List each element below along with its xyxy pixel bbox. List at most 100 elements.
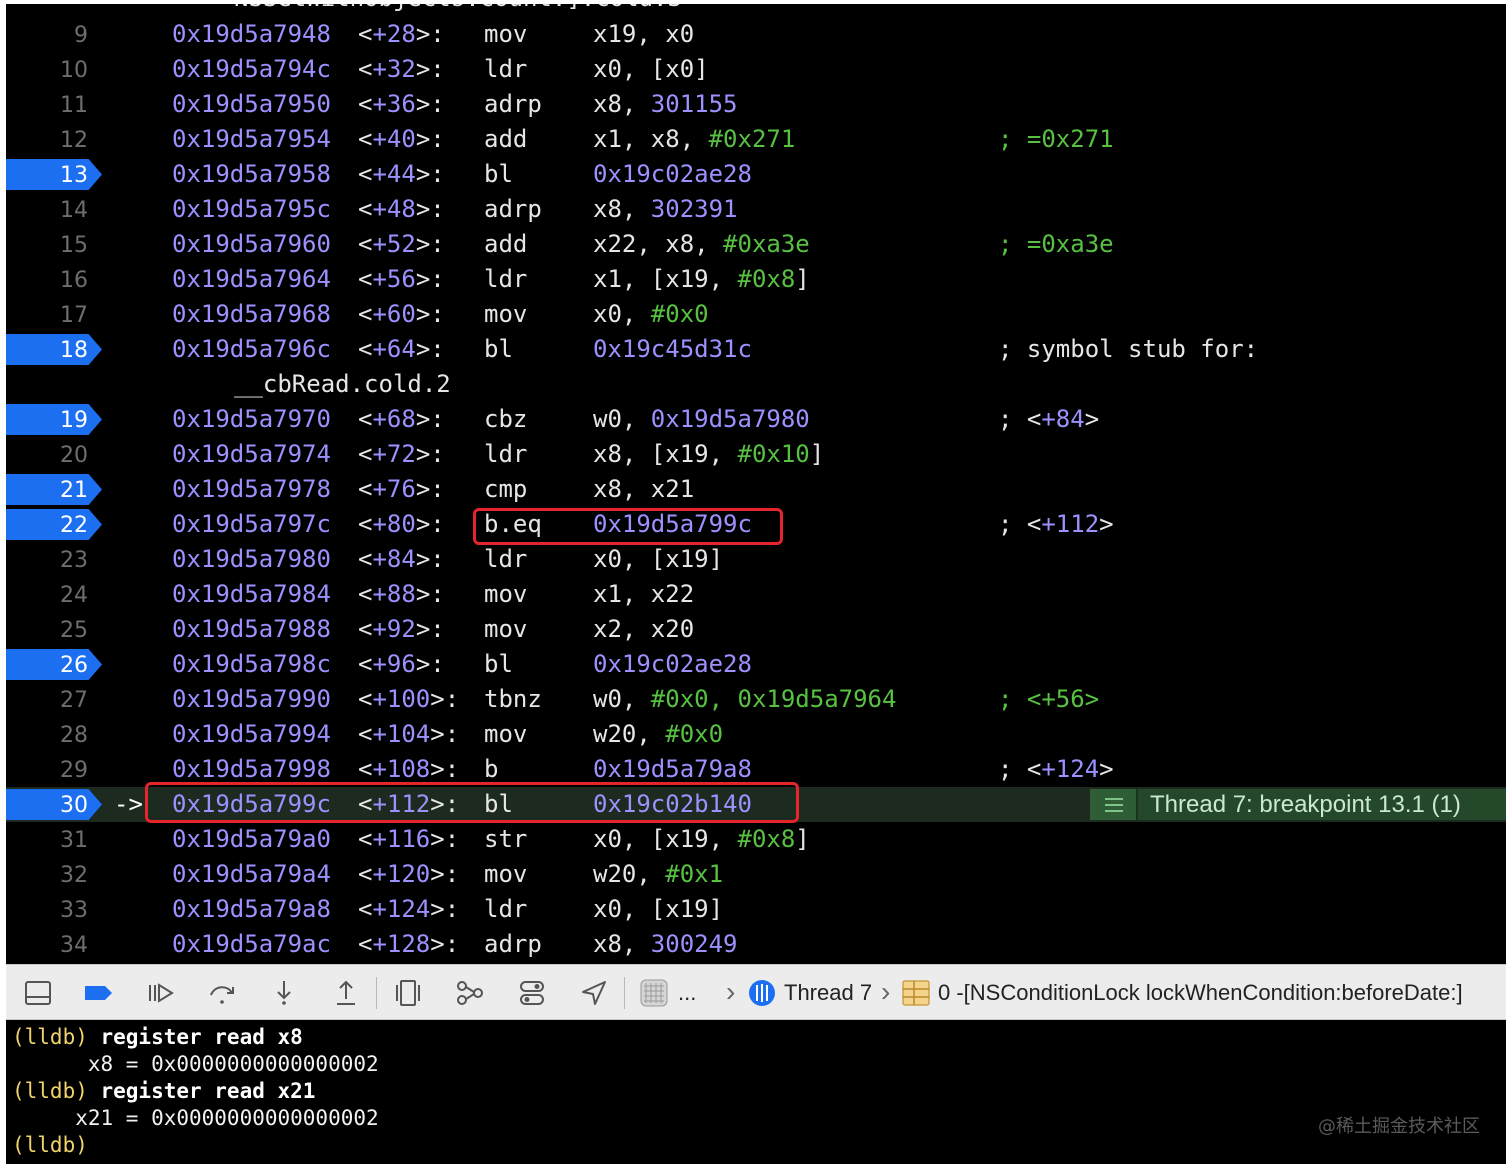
disassembly-line[interactable]: 26 0x19d5a798c <+96>: bl 0x19c02ae28	[6, 647, 1506, 682]
line-gutter[interactable]: 28	[6, 717, 104, 752]
disassembly-line[interactable]: 15 0x19d5a7960 <+52>: add x22, x8, #0xa3e ; =…	[6, 227, 1506, 262]
offset-value: +48	[372, 195, 416, 223]
continue-button[interactable]	[144, 977, 176, 1009]
debug-memory-graph-button[interactable]	[454, 977, 486, 1009]
line-gutter[interactable]: 17	[6, 297, 104, 332]
disassembly-line[interactable]: 28 0x19d5a7994 <+104>: mov w20, #0x0	[6, 717, 1506, 752]
line-gutter[interactable]: 26	[6, 647, 104, 682]
line-gutter[interactable]: 9	[6, 17, 104, 52]
stack-frame-icon-wrapper[interactable]	[900, 977, 932, 1009]
line-gutter[interactable]: 14	[6, 192, 104, 227]
disassembly-line[interactable]: 13 0x19d5a7958 <+44>: bl 0x19c02ae28	[6, 157, 1506, 192]
disassembly-line[interactable]: 18 0x19d5a796c <+64>: bl 0x19c45d31c ; symbol…	[6, 332, 1506, 367]
disassembly-line[interactable]: 34 0x19d5a79ac <+128>: adrp x8, 300249	[6, 927, 1506, 962]
instruction-offset: <+92>:	[358, 615, 445, 643]
line-gutter[interactable]: 30	[6, 787, 104, 822]
disassembly-line[interactable]: 32 0x19d5a79a4 <+120>: mov w20, #0x1	[6, 857, 1506, 892]
line-gutter[interactable]: 32	[6, 857, 104, 892]
simulate-location-button[interactable]	[578, 977, 610, 1009]
disassembly-line[interactable]: 33 0x19d5a79a8 <+124>: ldr x0, [x19]	[6, 892, 1506, 927]
line-gutter[interactable]: 19	[6, 402, 104, 437]
instruction-mnemonic: ldr	[484, 440, 528, 468]
line-gutter[interactable]: 24	[6, 577, 104, 612]
disassembly-line[interactable]: 16 0x19d5a7964 <+56>: ldr x1, [x19, #0x8]	[6, 262, 1506, 297]
lldb-console[interactable]: (lldb) register read x8 x8 = 0x000000000…	[6, 1020, 1506, 1164]
disassembly-line[interactable]: 23 0x19d5a7980 <+84>: ldr x0, [x19]	[6, 542, 1506, 577]
memory-graph-icon	[457, 981, 483, 1005]
environment-overrides-button[interactable]	[516, 977, 548, 1009]
line-number: 15	[60, 233, 88, 258]
line-gutter[interactable]: 29	[6, 752, 104, 787]
disassembly-line[interactable]: 12 0x19d5a7954 <+40>: add x1, x8, #0x271 ; =0…	[6, 122, 1506, 157]
instruction-operands: x1, x8, #0x271	[593, 122, 795, 157]
line-number: 33	[60, 898, 88, 923]
disassembly-line[interactable]: 11 0x19d5a7950 <+36>: adrp x8, 301155	[6, 87, 1506, 122]
line-gutter[interactable]: 23	[6, 542, 104, 577]
process-name-ellipsis[interactable]: ...	[678, 965, 696, 1021]
instruction-offset: <+96>:	[358, 650, 445, 678]
step-out-button[interactable]	[330, 977, 362, 1009]
disassembly-editor[interactable]: NSSetWithObjects:count:].cold.3 9 0x19d5a…	[6, 4, 1506, 964]
stack-frame-label[interactable]: 0 -[NSConditionLock lockWhenCondition:be…	[938, 965, 1463, 1021]
location-arrow-icon	[582, 981, 606, 1005]
line-gutter[interactable]: 13	[6, 157, 104, 192]
line-number: 19	[60, 408, 88, 433]
instruction-operands: x0, [x19]	[593, 542, 723, 577]
line-gutter[interactable]: 21	[6, 472, 104, 507]
disassembly-line[interactable]: 10 0x19d5a794c <+32>: ldr x0, [x0]	[6, 52, 1506, 87]
instruction-operands: x2, x20	[593, 612, 694, 647]
app-grid-icon	[640, 979, 668, 1007]
disassembly-line[interactable]: 31 0x19d5a79a0 <+116>: str x0, [x19, #0x8]	[6, 822, 1506, 857]
hide-debug-area-button[interactable]	[22, 977, 54, 1009]
line-gutter[interactable]: 15	[6, 227, 104, 262]
instruction-mnemonic: adrp	[484, 930, 542, 958]
line-gutter[interactable]: 31	[6, 822, 104, 857]
thread-breakpoint-badge[interactable]: Thread 7: breakpoint 13.1 (1)	[1090, 789, 1506, 820]
line-gutter[interactable]: 11	[6, 87, 104, 122]
breakpoints-toggle-button[interactable]	[82, 977, 114, 1009]
line-gutter[interactable]: 22	[6, 507, 104, 542]
instruction-offset: <+64>:	[358, 335, 445, 363]
disassembly-line[interactable]: 20 0x19d5a7974 <+72>: ldr x8, [x19, #0x10]	[6, 437, 1506, 472]
step-into-button[interactable]	[268, 977, 300, 1009]
offset-value: +96	[372, 650, 416, 678]
instruction-mnemonic: mov	[484, 615, 528, 643]
line-gutter[interactable]: 33	[6, 892, 104, 927]
disassembly-line[interactable]: 27 0x19d5a7990 <+100>: tbnz w0, #0x0, 0x19d5…	[6, 682, 1506, 717]
hamburger-menu-icon[interactable]	[1090, 789, 1138, 820]
instruction-address: 0x19d5a7968	[172, 300, 331, 328]
step-over-button[interactable]	[206, 977, 238, 1009]
ops-segment: 302391	[650, 195, 738, 223]
disassembly-line[interactable]: __cbRead.cold.2	[6, 367, 1506, 402]
process-selector-button[interactable]	[638, 977, 670, 1009]
console-command: register read x21	[87, 1079, 316, 1103]
ops-segment: #0x0	[665, 720, 724, 748]
disassembly-line[interactable]: 9 0x19d5a7948 <+28>: mov x19, x0	[6, 17, 1506, 52]
console-line: (lldb) register read x21	[12, 1078, 315, 1105]
disassembly-line[interactable]: 17 0x19d5a7968 <+60>: mov x0, #0x0	[6, 297, 1506, 332]
line-gutter[interactable]: 16	[6, 262, 104, 297]
lldb-prompt: (lldb)	[12, 1025, 88, 1049]
instruction-mnemonic: adrp	[484, 90, 542, 118]
disassembly-line[interactable]: 21 0x19d5a7978 <+76>: cmp x8, x21	[6, 472, 1506, 507]
disassembly-line[interactable]: 24 0x19d5a7984 <+88>: mov x1, x22	[6, 577, 1506, 612]
line-gutter[interactable]: 12	[6, 122, 104, 157]
debug-toolbar: ... › Thread 7 › 0 -[NSConditionLock loc…	[6, 964, 1506, 1020]
line-number: 10	[60, 58, 88, 83]
debug-view-hierarchy-button[interactable]	[392, 977, 424, 1009]
line-gutter[interactable]: 25	[6, 612, 104, 647]
thread-label[interactable]: Thread 7	[784, 965, 872, 1021]
line-gutter[interactable]: 27	[6, 682, 104, 717]
ops-segment: #0x0	[650, 300, 709, 328]
line-gutter[interactable]	[6, 367, 104, 402]
line-gutter[interactable]: 20	[6, 437, 104, 472]
line-gutter[interactable]: 18	[6, 332, 104, 367]
stack-frame-icon	[902, 980, 930, 1006]
disassembly-line[interactable]: 25 0x19d5a7988 <+92>: mov x2, x20	[6, 612, 1506, 647]
ops-segment: 0x19c02ae28	[593, 650, 752, 678]
breakpoint-icon	[85, 986, 112, 1000]
line-gutter[interactable]: 10	[6, 52, 104, 87]
line-gutter[interactable]: 34	[6, 927, 104, 962]
disassembly-line[interactable]: 19 0x19d5a7970 <+68>: cbz w0, 0x19d5a7980 ; <…	[6, 402, 1506, 437]
disassembly-line[interactable]: 14 0x19d5a795c <+48>: adrp x8, 302391	[6, 192, 1506, 227]
